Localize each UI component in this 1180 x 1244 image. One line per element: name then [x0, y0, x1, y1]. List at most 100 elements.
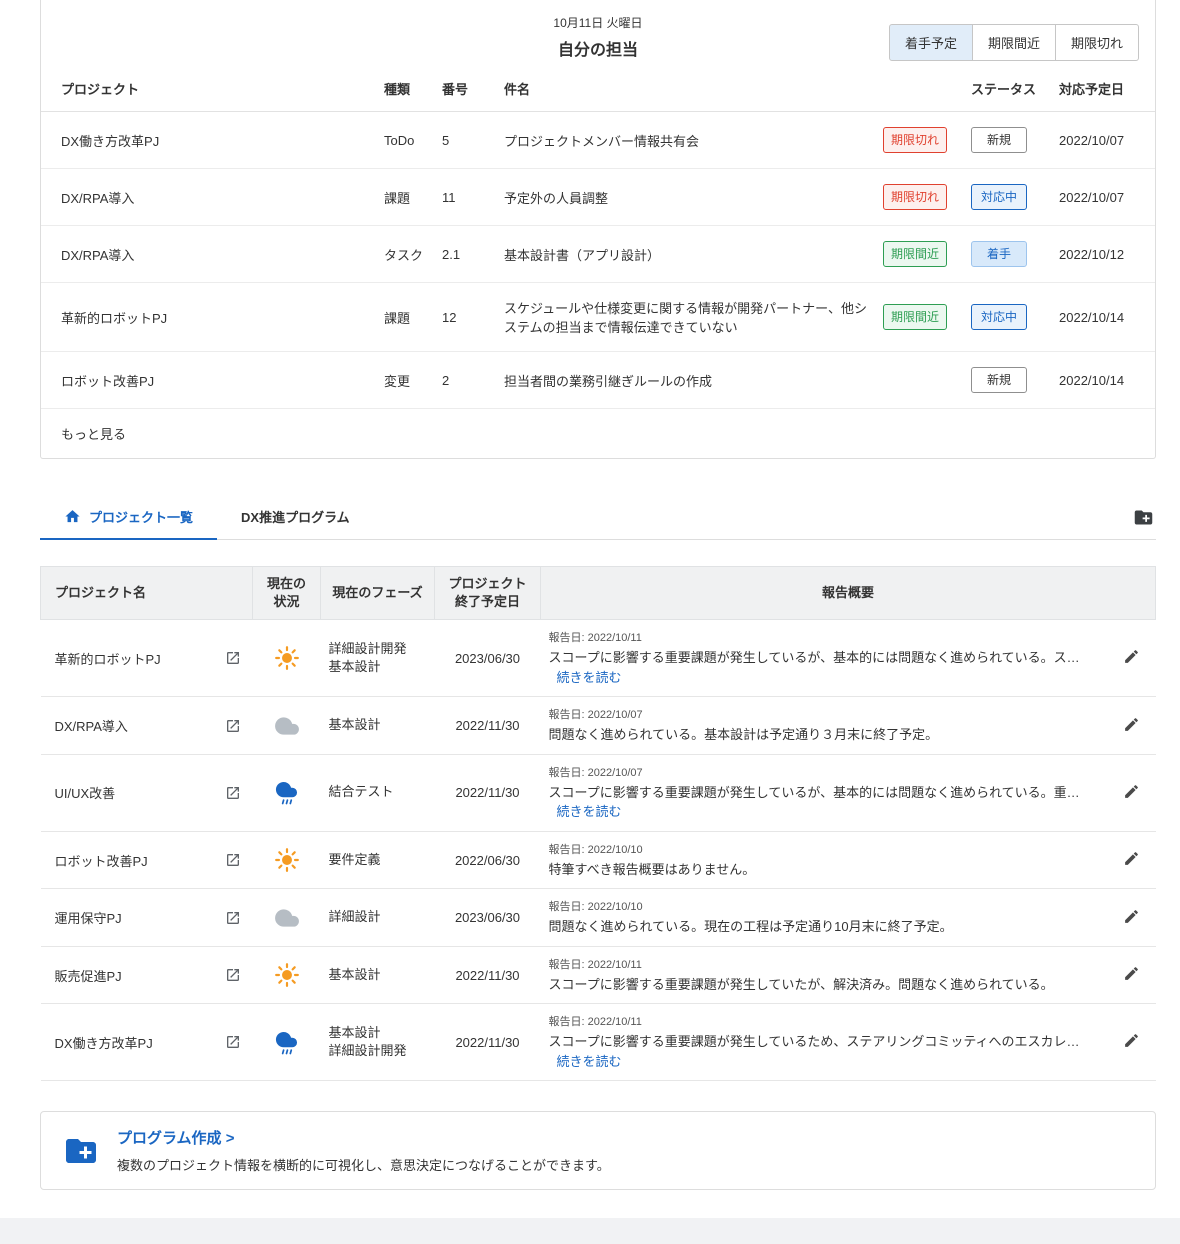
- task-type: タスク: [376, 225, 434, 283]
- external-link-icon[interactable]: [225, 1034, 245, 1050]
- external-link-icon[interactable]: [225, 650, 245, 666]
- external-link-icon[interactable]: [225, 785, 245, 801]
- filter-overdue-button[interactable]: 期限切れ: [1054, 24, 1139, 61]
- program-create-card[interactable]: プログラム作成 > 複数のプロジェクト情報を横断的に可視化し、意思決定につなげる…: [40, 1111, 1156, 1191]
- task-subject: プロジェクトメンバー情報共有会: [496, 111, 875, 169]
- tab-bar: プロジェクト一覧 DX推進プログラム: [40, 495, 1156, 540]
- task-type: 変更: [376, 351, 434, 409]
- filter-near-deadline-button[interactable]: 期限間近: [971, 24, 1056, 61]
- col-header-project: プロジェクト: [41, 66, 376, 112]
- col-header-status: ステータス: [963, 66, 1051, 112]
- folder-plus-icon[interactable]: [1131, 495, 1156, 539]
- read-more-link[interactable]: 続きを読む: [557, 804, 622, 819]
- task-project: DX働き方改革PJ: [41, 111, 376, 169]
- edit-icon[interactable]: [1123, 648, 1140, 665]
- project-edit-cell: [1107, 696, 1156, 755]
- task-status-cell: 対応中: [963, 282, 1051, 352]
- project-phase: 詳細設計: [320, 888, 435, 947]
- sun-icon: [274, 847, 300, 873]
- footer-strip: [0, 1218, 1180, 1244]
- task-due-date: 2022/10/14: [1051, 351, 1155, 409]
- col-header-current-status: 現在の 状況: [252, 565, 321, 621]
- weather-cell: [252, 754, 321, 832]
- deadline-badge: 期限切れ: [883, 184, 947, 210]
- task-row[interactable]: DX働き方改革PJ ToDo 5 プロジェクトメンバー情報共有会 期限切れ 新規 2022/…: [41, 111, 1155, 169]
- project-name: 運用保守PJ: [54, 911, 122, 927]
- project-end-date: 2023/06/30: [434, 619, 541, 698]
- task-number: 2: [434, 351, 496, 409]
- edit-icon[interactable]: [1123, 965, 1140, 982]
- task-row[interactable]: ロボット改善PJ 変更 2 担当者間の業務引継ぎルールの作成 新規 2022/10/14: [41, 351, 1155, 409]
- filter-group: 着手予定 期限間近 期限切れ: [888, 24, 1139, 61]
- project-edit-cell: [1107, 619, 1156, 698]
- edit-icon[interactable]: [1123, 850, 1140, 867]
- project-name-cell: 革新的ロボットPJ: [40, 619, 253, 698]
- task-type: 課題: [376, 168, 434, 226]
- project-row: 販売促進PJ 基本設計 2022/11/30 報告日: 2022/10/11 スコープに…: [40, 946, 1156, 1005]
- sun-icon: [274, 962, 300, 988]
- projects-table: プロジェクト名 現在の 状況 現在のフェーズ プロジェクト 終了予定日 報告概要…: [40, 565, 1156, 1082]
- task-status-cell: 着手: [963, 225, 1051, 283]
- weather-cell: [252, 888, 321, 947]
- edit-icon[interactable]: [1123, 783, 1140, 800]
- my-tasks-header: 10月11日 火曜日 自分の担当 着手予定 期限間近 期限切れ: [41, 0, 1155, 66]
- project-name: 販売促進PJ: [54, 968, 122, 984]
- external-link-icon[interactable]: [225, 718, 245, 734]
- tasks-table: プロジェクト 種類 番号 件名 ステータス 対応予定日 DX働き方改革PJ ToD…: [41, 66, 1155, 409]
- project-row: UI/UX改善 結合テスト 2022/11/30 報告日: 2022/10/07 スコー…: [40, 754, 1156, 832]
- task-deadline-cell: [875, 351, 963, 409]
- task-subject: 担当者間の業務引継ぎルールの作成: [496, 351, 875, 409]
- task-deadline-cell: 期限間近: [875, 282, 963, 352]
- task-type: 課題: [376, 282, 434, 352]
- read-more-link[interactable]: 続きを読む: [557, 1054, 622, 1069]
- read-more-link[interactable]: 続きを読む: [557, 670, 622, 685]
- edit-icon[interactable]: [1123, 716, 1140, 733]
- task-subject: 予定外の人員調整: [496, 168, 875, 226]
- task-row[interactable]: DX/RPA導入 課題 11 予定外の人員調整 期限切れ 対応中 2022/10/07: [41, 168, 1155, 226]
- edit-icon[interactable]: [1123, 908, 1140, 925]
- task-row[interactable]: 革新的ロボットPJ 課題 12 スケジュールや仕様変更に関する情報が開発パートナー、他…: [41, 282, 1155, 352]
- weather-cell: [252, 1003, 321, 1082]
- task-subject: スケジュールや仕様変更に関する情報が開発パートナー、他システムの担当まで情報伝達…: [496, 282, 875, 352]
- cloud-icon: [274, 713, 300, 739]
- col-header-subject: 件名: [496, 66, 875, 112]
- col-header-number: 番号: [434, 66, 496, 112]
- external-link-icon[interactable]: [225, 910, 245, 926]
- status-badge: 対応中: [971, 304, 1027, 330]
- external-link-icon[interactable]: [225, 967, 245, 983]
- project-name-cell: DX働き方改革PJ: [40, 1003, 253, 1082]
- task-type: ToDo: [376, 111, 434, 169]
- tab-project-list[interactable]: プロジェクト一覧: [40, 495, 218, 540]
- filter-planned-button[interactable]: 着手予定: [888, 24, 973, 61]
- status-badge: 着手: [971, 241, 1027, 267]
- col-header-deadline-spacer: [875, 66, 963, 112]
- task-status-cell: 新規: [963, 111, 1051, 169]
- project-row: DX/RPA導入 基本設計 2022/11/30 報告日: 2022/10/07 問題な…: [40, 696, 1156, 755]
- summary-text: スコープに影響する重要課題が発生しているが、基本的には問題なく進められている。重…: [548, 784, 1080, 800]
- project-name: DX/RPA導入: [54, 719, 128, 735]
- project-edit-cell: [1107, 946, 1156, 1005]
- project-edit-cell: [1107, 1003, 1156, 1082]
- task-row[interactable]: DX/RPA導入 タスク 2.1 基本設計書（アプリ設計） 期限間近 着手 2022/10/…: [41, 225, 1155, 283]
- col-header-end-date: プロジェクト 終了予定日: [434, 565, 541, 621]
- tab-dx-program[interactable]: DX推進プログラム: [217, 495, 374, 539]
- cloud-icon: [274, 905, 300, 931]
- col-header-project-name: プロジェクト名: [40, 565, 253, 621]
- project-phase: 基本設計: [320, 696, 435, 755]
- edit-icon[interactable]: [1123, 1032, 1140, 1049]
- project-name-cell: DX/RPA導入: [40, 696, 253, 755]
- project-end-date: 2022/11/30: [434, 1003, 541, 1082]
- project-name: UI/UX改善: [54, 786, 116, 802]
- status-badge: 新規: [971, 367, 1027, 393]
- project-phase: 結合テスト: [320, 754, 435, 832]
- external-link-icon[interactable]: [225, 852, 245, 868]
- show-more-link[interactable]: もっと見る: [41, 409, 1155, 458]
- col-header-type: 種類: [376, 66, 434, 112]
- program-create-link[interactable]: プログラム作成 >: [117, 1127, 610, 1148]
- projects-section: プロジェクト一覧 DX推進プログラム プロジェクト名 現在の 状況 現在のフェーズ…: [40, 495, 1156, 1082]
- program-create-text: プログラム作成 > 複数のプロジェクト情報を横断的に可視化し、意思決定につなげる…: [117, 1127, 610, 1174]
- task-project: DX/RPA導入: [41, 225, 376, 283]
- summary-text: スコープに影響する重要課題が発生しているため、ステアリングコミッティへのエスカレ…: [548, 1034, 1080, 1050]
- project-edit-cell: [1107, 754, 1156, 832]
- sun-icon: [274, 645, 300, 671]
